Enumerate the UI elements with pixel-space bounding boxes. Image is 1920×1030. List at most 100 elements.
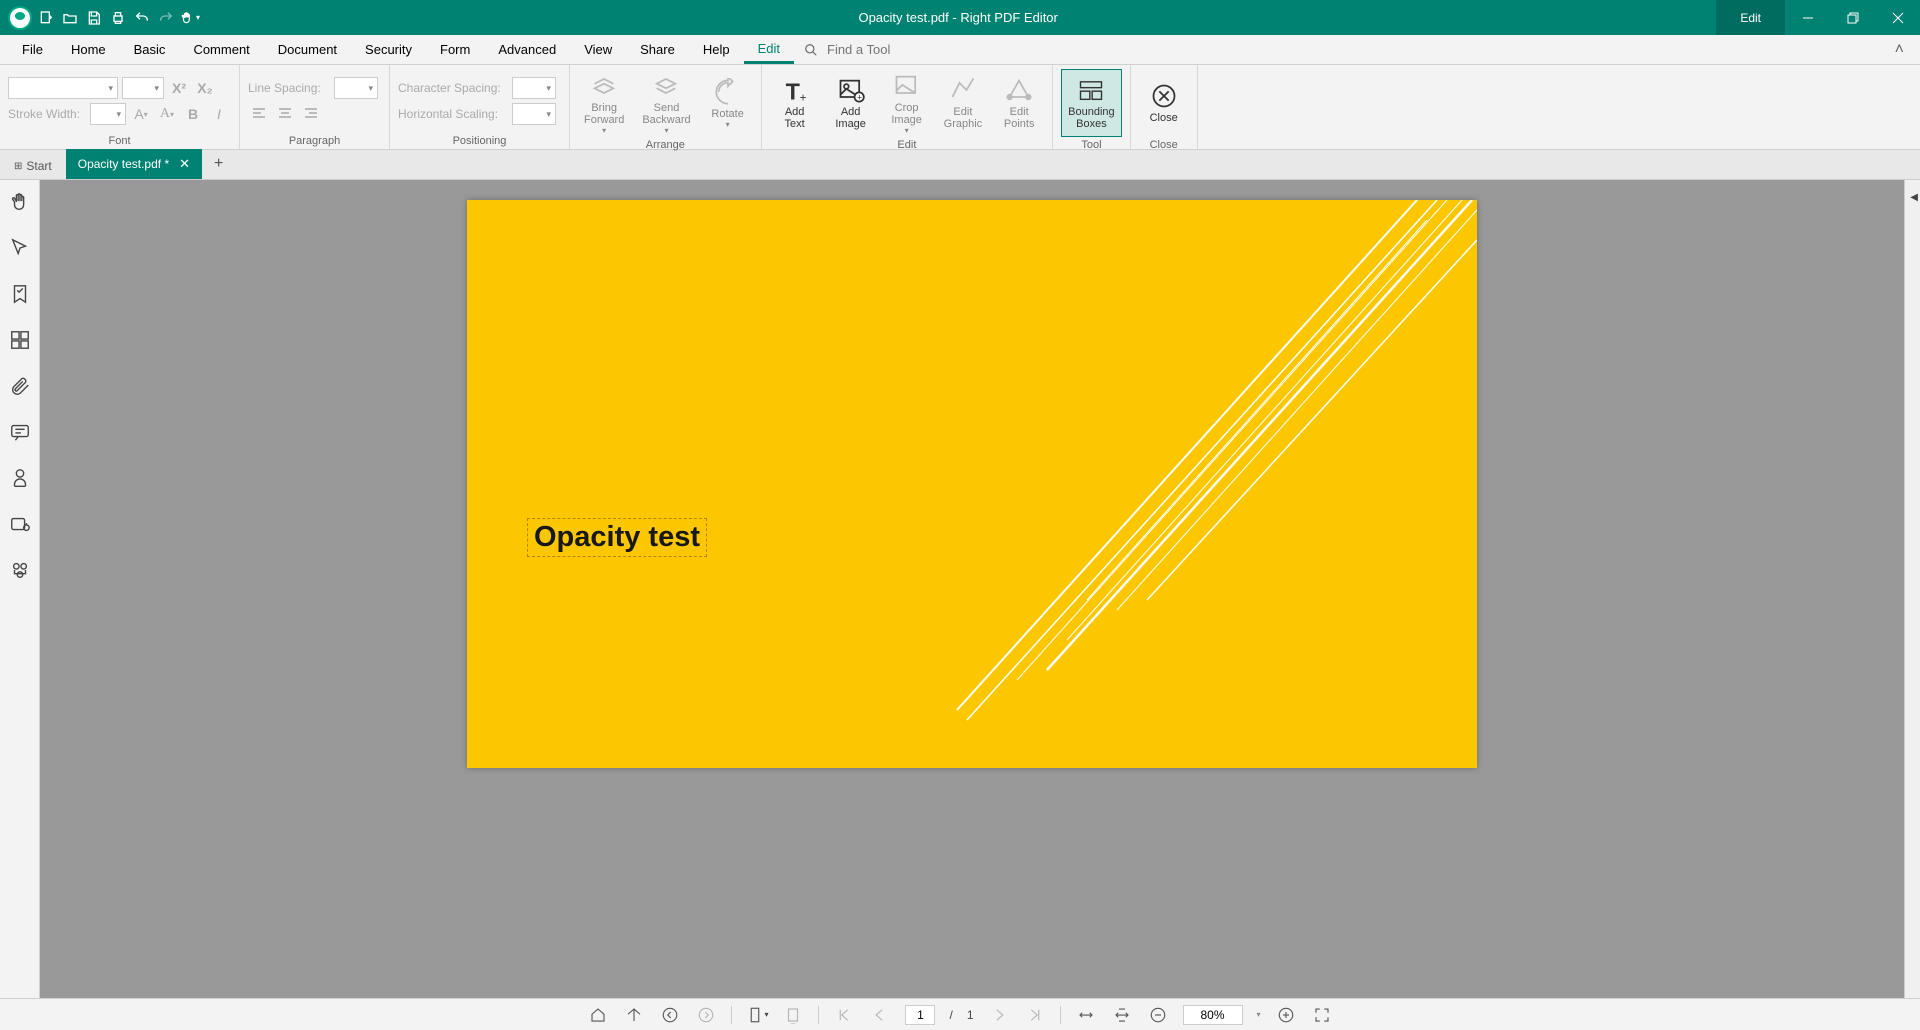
send-backward-icon bbox=[652, 72, 680, 100]
document-tabstrip: ⊞Start Opacity test.pdf * ✕ + bbox=[0, 150, 1920, 180]
document-tab[interactable]: Opacity test.pdf * ✕ bbox=[66, 149, 202, 179]
italic-button[interactable]: I bbox=[208, 103, 230, 125]
page-text-content[interactable]: Opacity test bbox=[534, 521, 700, 554]
crop-image-button[interactable]: Crop Image▾ bbox=[882, 69, 932, 137]
hand-icon[interactable]: ▾ bbox=[180, 8, 200, 28]
menu-basic[interactable]: Basic bbox=[120, 35, 180, 64]
prev-view-button[interactable] bbox=[659, 1004, 681, 1026]
svg-text:T: T bbox=[785, 78, 799, 104]
collapse-ribbon-button[interactable]: ˄ bbox=[1887, 37, 1912, 63]
zoom-level-input[interactable] bbox=[1183, 1005, 1243, 1025]
signatures-panel-button[interactable] bbox=[6, 464, 34, 492]
fullscreen-button[interactable] bbox=[1311, 1004, 1333, 1026]
text-bounding-box[interactable]: Opacity test bbox=[527, 518, 707, 557]
home-view-button[interactable] bbox=[587, 1004, 609, 1026]
close-tab-button[interactable]: ✕ bbox=[179, 156, 190, 172]
line-spacing-combo[interactable]: ▾ bbox=[334, 77, 378, 99]
menu-file[interactable]: File bbox=[8, 35, 57, 64]
first-page-button[interactable] bbox=[833, 1004, 855, 1026]
new-icon[interactable] bbox=[36, 8, 56, 28]
zoom-in-button[interactable] bbox=[1275, 1004, 1297, 1026]
font-family-combo[interactable]: ▾ bbox=[8, 77, 118, 99]
svg-text:+: + bbox=[856, 93, 861, 103]
separator bbox=[818, 1006, 819, 1024]
separator bbox=[731, 1006, 732, 1024]
menu-home[interactable]: Home bbox=[57, 35, 120, 64]
menu-advanced[interactable]: Advanced bbox=[484, 35, 570, 64]
next-page-button[interactable] bbox=[988, 1004, 1010, 1026]
attachments-panel-button[interactable] bbox=[6, 372, 34, 400]
redo-icon[interactable] bbox=[156, 8, 176, 28]
stroke-width-combo[interactable]: ▾ bbox=[90, 103, 126, 125]
char-spacing-label: Character Spacing: bbox=[398, 81, 508, 95]
close-window-button[interactable] bbox=[1875, 0, 1920, 35]
menu-view[interactable]: View bbox=[570, 35, 626, 64]
bring-forward-button[interactable]: Bring Forward▾ bbox=[578, 69, 630, 137]
app-logo-icon[interactable] bbox=[8, 6, 32, 30]
main-area: Opacity test ◀ bbox=[0, 180, 1920, 998]
home-up-button[interactable] bbox=[623, 1004, 645, 1026]
menu-share[interactable]: Share bbox=[626, 35, 689, 64]
start-tab[interactable]: ⊞Start bbox=[0, 153, 66, 179]
superscript-button[interactable]: X² bbox=[168, 77, 190, 99]
menu-edit[interactable]: Edit bbox=[744, 35, 794, 64]
char-spacing-combo[interactable]: ▾ bbox=[512, 77, 556, 99]
edit-graphic-button[interactable]: Edit Graphic bbox=[938, 69, 989, 137]
page-layout-button[interactable]: ▾ bbox=[746, 1004, 768, 1026]
bookmarks-panel-button[interactable] bbox=[6, 280, 34, 308]
menu-help[interactable]: Help bbox=[689, 35, 744, 64]
edit-points-button[interactable]: Edit Points bbox=[994, 69, 1044, 137]
editor-mode-indicator: Edit bbox=[1716, 0, 1785, 35]
bounding-boxes-icon bbox=[1077, 76, 1105, 104]
add-text-button[interactable]: T+ Add Text bbox=[770, 69, 820, 137]
find-tool-input[interactable] bbox=[824, 39, 964, 60]
bounding-boxes-button[interactable]: Bounding Boxes bbox=[1061, 69, 1122, 137]
send-backward-button[interactable]: Send Backward▾ bbox=[636, 69, 696, 137]
security-panel-button[interactable] bbox=[6, 510, 34, 538]
page-separator: / bbox=[949, 1008, 952, 1022]
last-page-button[interactable] bbox=[1024, 1004, 1046, 1026]
add-tab-button[interactable]: + bbox=[202, 149, 235, 179]
save-icon[interactable] bbox=[84, 8, 104, 28]
open-icon[interactable] bbox=[60, 8, 80, 28]
menu-comment[interactable]: Comment bbox=[179, 35, 263, 64]
share-panel-button[interactable] bbox=[6, 556, 34, 584]
font-size-combo[interactable]: ▾ bbox=[122, 77, 164, 99]
font-outline-button[interactable]: A▾ bbox=[156, 103, 178, 125]
fit-page-button[interactable] bbox=[1111, 1004, 1133, 1026]
hand-tool-button[interactable] bbox=[6, 188, 34, 216]
horiz-scaling-combo[interactable]: ▾ bbox=[512, 103, 556, 125]
menu-security[interactable]: Security bbox=[351, 35, 426, 64]
pdf-page[interactable]: Opacity test bbox=[467, 200, 1477, 768]
align-right-button[interactable] bbox=[300, 103, 322, 125]
prev-page-button[interactable] bbox=[869, 1004, 891, 1026]
comments-panel-button[interactable] bbox=[6, 418, 34, 446]
canvas-area[interactable]: Opacity test bbox=[40, 180, 1904, 998]
subscript-button[interactable]: X₂ bbox=[194, 77, 216, 99]
rotate-button[interactable]: Rotate▾ bbox=[703, 69, 753, 137]
menu-form[interactable]: Form bbox=[426, 35, 484, 64]
expand-right-panel-button[interactable]: ◀ bbox=[1910, 192, 1918, 203]
rotate-view-button[interactable] bbox=[782, 1004, 804, 1026]
align-left-button[interactable] bbox=[248, 103, 270, 125]
zoom-out-button[interactable] bbox=[1147, 1004, 1169, 1026]
bold-button[interactable]: B bbox=[182, 103, 204, 125]
font-color-button[interactable]: A▾ bbox=[130, 103, 152, 125]
thumbnails-panel-button[interactable] bbox=[6, 326, 34, 354]
ribbon-group-paragraph: Line Spacing: ▾ Paragraph bbox=[240, 65, 390, 149]
close-edit-button[interactable]: Close bbox=[1139, 69, 1189, 137]
add-image-button[interactable]: + Add Image bbox=[826, 69, 876, 137]
ribbon-group-arrange: Bring Forward▾ Send Backward▾ Rotate▾ Ar… bbox=[570, 65, 762, 149]
fit-width-button[interactable] bbox=[1075, 1004, 1097, 1026]
undo-icon[interactable] bbox=[132, 8, 152, 28]
menu-document[interactable]: Document bbox=[264, 35, 351, 64]
next-view-button[interactable] bbox=[695, 1004, 717, 1026]
print-icon[interactable] bbox=[108, 8, 128, 28]
minimize-button[interactable] bbox=[1785, 0, 1830, 35]
current-page-input[interactable] bbox=[905, 1005, 935, 1025]
select-tool-button[interactable] bbox=[6, 234, 34, 262]
maximize-button[interactable] bbox=[1830, 0, 1875, 35]
ribbon-group-label: Font bbox=[8, 133, 231, 147]
ribbon-group-positioning: Character Spacing: ▾ Horizontal Scaling:… bbox=[390, 65, 570, 149]
align-center-button[interactable] bbox=[274, 103, 296, 125]
